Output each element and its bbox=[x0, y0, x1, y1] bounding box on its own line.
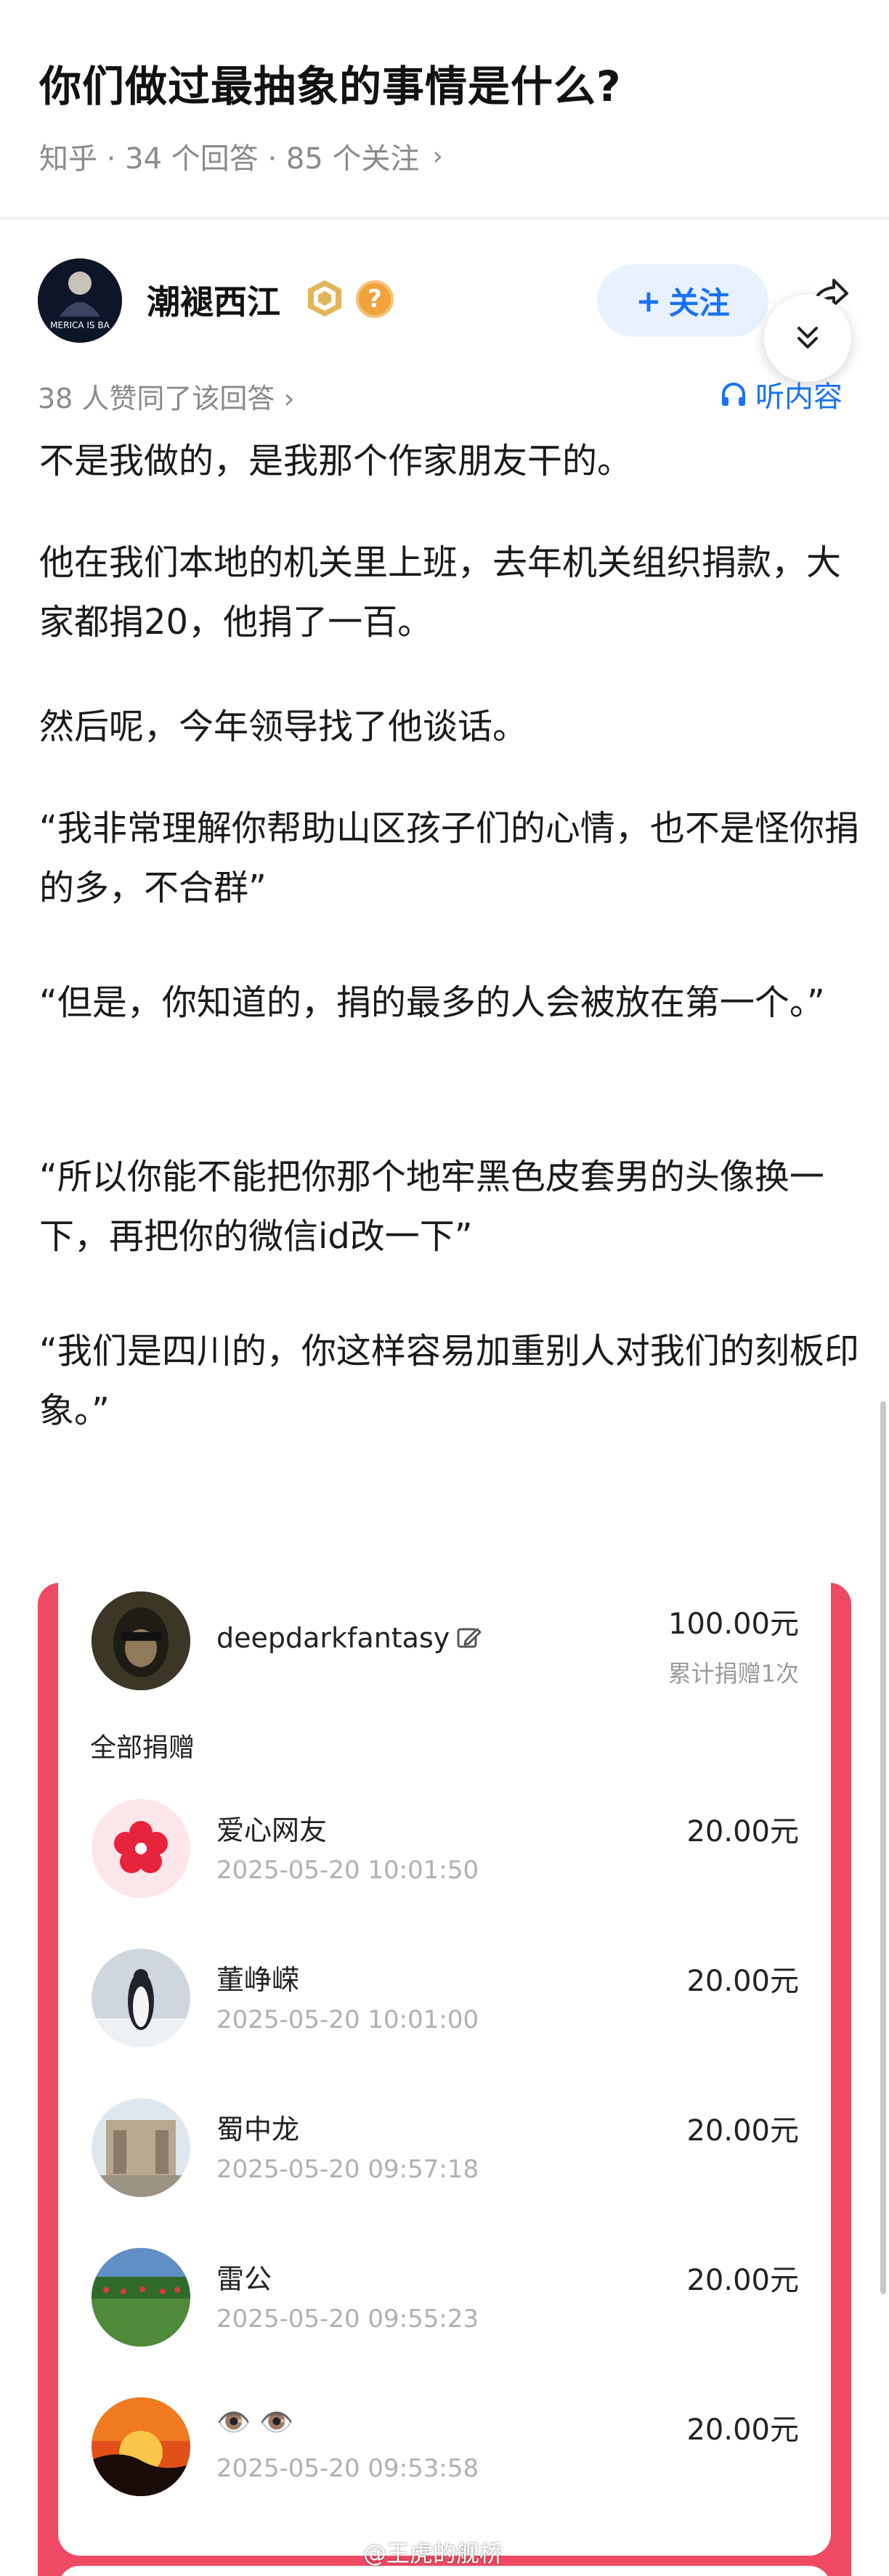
watermark: @王虎的舰桥 bbox=[363, 2540, 503, 2567]
answer-paragraph: “我们是四川的，你这样容易加重别人对我们的刻板印象。” bbox=[39, 1331, 859, 1431]
plus-icon: + bbox=[636, 282, 662, 319]
donor-avatar bbox=[92, 2397, 190, 2496]
collapse-button[interactable] bbox=[764, 295, 851, 382]
answer-paragraph: “我非常理解你帮助山区孩子们的心情，也不是怪你捐的多，不合群” bbox=[39, 808, 859, 908]
donation-amount: 20.00元 bbox=[686, 2264, 799, 2297]
donor-name: 👁️ 👁️ bbox=[216, 2406, 294, 2438]
answer-paragraph: 然后呢，今年领导找了他谈话。 bbox=[39, 706, 528, 747]
top-donor-amount: 100.00元 bbox=[668, 1607, 799, 1641]
creator-badge-icon[interactable] bbox=[305, 279, 344, 318]
top-donor-name: deepdarkfantasy bbox=[216, 1622, 482, 1654]
donation-time: 2025-05-20 10:01:00 bbox=[216, 2005, 479, 2034]
donation-amount: 20.00元 bbox=[686, 1965, 799, 1998]
double-chevron-down-icon bbox=[797, 327, 818, 349]
donation-amount: 20.00元 bbox=[686, 2114, 799, 2148]
headphones-icon bbox=[722, 383, 745, 406]
all-donations-label: 全部捐赠 bbox=[90, 1733, 195, 1763]
answer-paragraph: 不是我做的，是我那个作家朋友干的。 bbox=[39, 441, 633, 481]
avatar-text: MERICA IS BA bbox=[50, 320, 110, 330]
question-badge-icon[interactable]: ? bbox=[356, 280, 394, 318]
donation-time: 2025-05-20 10:01:50 bbox=[216, 1856, 479, 1885]
follow-button[interactable]: + 关注 bbox=[597, 264, 768, 337]
donor-avatar bbox=[92, 1949, 190, 2047]
listen-button[interactable]: 听内容 bbox=[719, 373, 843, 415]
chevron-right-icon: › bbox=[432, 141, 443, 171]
question-title[interactable]: 你们做过最抽象的事情是什么? bbox=[39, 52, 622, 113]
edit-icon bbox=[457, 1628, 482, 1648]
donor-name: 雷公 bbox=[216, 2263, 272, 2295]
donor-name: 蜀中龙 bbox=[216, 2114, 300, 2145]
donor-avatar bbox=[92, 2248, 190, 2347]
vote-count[interactable]: 38 人赞同了该回答 › bbox=[38, 376, 295, 416]
donor-name: 爱心网友 bbox=[216, 1814, 328, 1846]
question-meta[interactable]: 知乎 · 34 个回答 · 85 个关注 › bbox=[39, 135, 443, 177]
listen-label: 听内容 bbox=[755, 380, 843, 414]
scrollbar[interactable] bbox=[880, 1401, 886, 2294]
answer-paragraph: 他在我们本地的机关里上班，去年机关组织捐款，大家都捐20，他捐了一百。 bbox=[39, 542, 842, 643]
top-donor-count: 累计捐赠1次 bbox=[667, 1660, 799, 1687]
answer-paragraph: “但是，你知道的，捐的最多的人会被放在第一个。” bbox=[39, 982, 825, 1023]
question-meta-text: 知乎 · 34 个回答 · 85 个关注 bbox=[39, 142, 420, 176]
donation-amount: 20.00元 bbox=[686, 2413, 799, 2447]
donation-time: 2025-05-20 09:55:23 bbox=[216, 2304, 479, 2334]
follow-label: 关注 bbox=[668, 285, 730, 321]
donor-avatar bbox=[92, 2098, 190, 2197]
donation-time: 2025-05-20 09:53:58 bbox=[216, 2454, 479, 2483]
donor-name: 董峥嵘 bbox=[216, 1964, 300, 1996]
answer-paragraph: “所以你能不能把你那个地牢黑色皮套男的头像换一下，再把你的微信id改一下” bbox=[39, 1157, 824, 1257]
top-donor-name-text: deepdarkfantasy bbox=[216, 1622, 450, 1654]
top-donor-avatar bbox=[92, 1591, 190, 1690]
author-name[interactable]: 潮褪西江 bbox=[147, 276, 280, 324]
author-avatar[interactable]: MERICA IS BA bbox=[38, 258, 122, 343]
question-header: 你们做过最抽象的事情是什么? 知乎 · 34 个回答 · 85 个关注 › bbox=[0, 0, 889, 219]
donation-time: 2025-05-20 09:57:18 bbox=[216, 2155, 479, 2184]
donor-avatar bbox=[92, 1799, 190, 1898]
donation-amount: 20.00元 bbox=[686, 1815, 799, 1849]
